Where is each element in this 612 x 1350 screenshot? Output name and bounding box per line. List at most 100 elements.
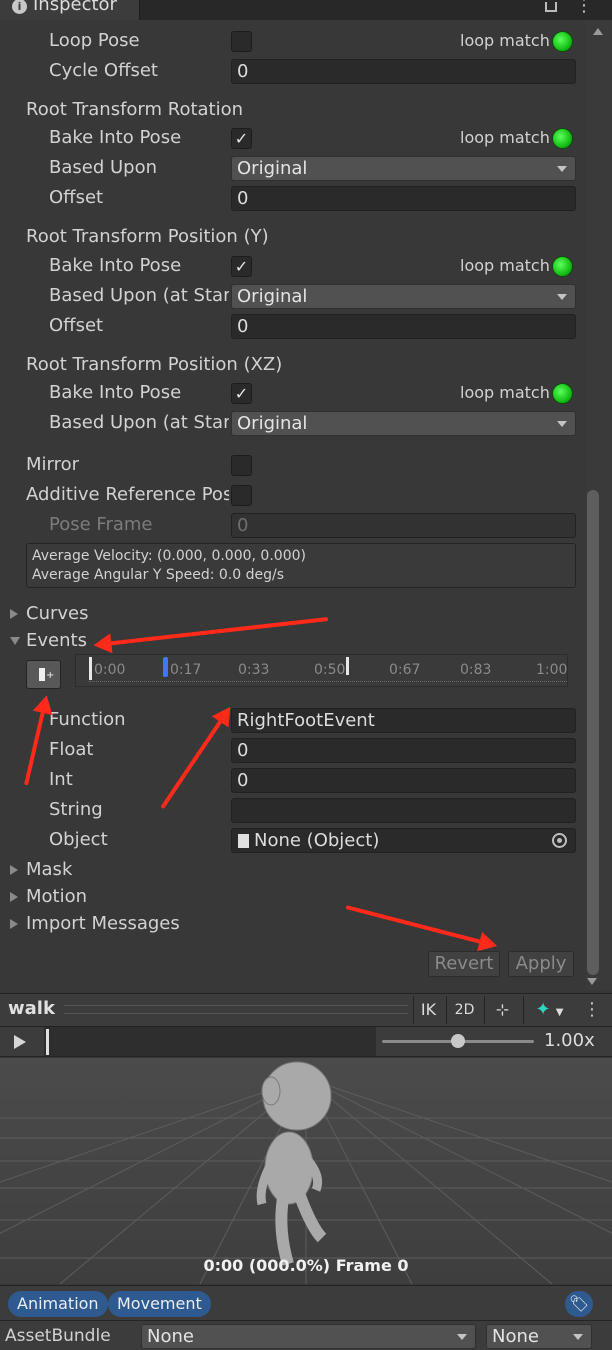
loop-pose-label: Loop Pose — [49, 30, 140, 51]
rot-bake-checkbox[interactable]: ✓ — [231, 128, 252, 149]
rot-based-dropdown[interactable]: Original — [231, 156, 576, 181]
scrub-playhead[interactable] — [46, 1029, 49, 1055]
import-messages-section[interactable]: Import Messages — [26, 912, 226, 938]
preview-status-text: 0:00 (000.0%) Frame 0 — [203, 1256, 409, 1275]
int-input[interactable]: 0 — [231, 768, 576, 793]
posy-based-dropdown[interactable]: Original — [231, 284, 576, 309]
inspector-titlebar: i Inspector ⋮ — [0, 0, 612, 20]
lock-icon[interactable] — [545, 2, 557, 12]
pivot-icon[interactable]: ⊹ — [484, 996, 520, 1024]
cycle-offset-input[interactable]: 0 — [231, 59, 576, 84]
posy-bake-checkbox[interactable]: ✓ — [231, 256, 252, 277]
posxz-based-label: Based Upon (at Start) — [49, 412, 229, 433]
additive-ref-label: Additive Reference Pose — [26, 484, 229, 505]
speed-slider-thumb[interactable] — [451, 1034, 465, 1048]
assetbundle-variant-dropdown[interactable]: None — [486, 1324, 592, 1349]
int-label: Int — [49, 769, 73, 790]
cycle-offset-label: Cycle Offset — [49, 60, 158, 81]
timeline-start-bar — [89, 657, 92, 680]
label-tag[interactable]: Animation — [8, 1291, 108, 1317]
float-input[interactable]: 0 — [231, 738, 576, 763]
chevron-down-icon: ▼ — [555, 1007, 564, 1018]
scroll-up-icon[interactable] — [593, 28, 603, 35]
tick-label: 0:17 — [170, 662, 202, 678]
humanoid-icon: ✦ — [535, 999, 551, 1020]
chevron-down-icon — [457, 1334, 467, 1340]
rot-offset-label: Offset — [49, 187, 104, 208]
info-icon: i — [12, 0, 27, 14]
average-angular-speed-text: Average Angular Y Speed: 0.0 deg/s — [32, 567, 284, 583]
playhead-marker[interactable] — [346, 657, 349, 675]
average-velocity-text: Average Velocity: (0.000, 0.000, 0.000) — [32, 548, 306, 564]
plus-icon: + — [46, 670, 55, 681]
import-messages-foldout-icon[interactable] — [10, 919, 18, 929]
assetbundle-variant-value: None — [492, 1326, 539, 1347]
tick-label: 0:83 — [460, 662, 492, 678]
posy-based-value: Original — [237, 286, 308, 307]
scrollbar-thumb[interactable] — [587, 490, 599, 975]
document-icon — [238, 834, 249, 848]
assetbundle-name-value: None — [147, 1326, 194, 1347]
more-menu-icon[interactable]: ⋮ — [575, 0, 593, 16]
loop-pose-match-indicator — [552, 31, 573, 52]
ik-toggle[interactable]: IK — [413, 996, 443, 1024]
root-rotation-header: Root Transform Rotation — [26, 99, 244, 120]
label-tag[interactable]: Movement — [108, 1291, 211, 1317]
asset-labels-bar: Animation Movement 🏷 — [0, 1285, 612, 1320]
string-input[interactable] — [231, 798, 576, 823]
mask-section[interactable]: Mask — [26, 858, 146, 884]
scroll-down-icon[interactable] — [587, 978, 597, 985]
preview-more-icon[interactable]: ⋮ — [583, 1000, 601, 1020]
rot-match-indicator — [552, 128, 573, 149]
posy-based-label: Based Upon (at Start) — [49, 285, 229, 306]
posy-offset-label: Offset — [49, 315, 104, 336]
tick-label: 0:50 — [314, 662, 346, 678]
scrub-bar[interactable] — [44, 1027, 376, 1056]
speed-slider[interactable] — [382, 1034, 534, 1048]
mask-foldout-icon[interactable] — [10, 865, 18, 875]
tick-label: 0:00 — [94, 662, 126, 678]
posy-bake-label: Bake Into Pose — [49, 255, 182, 276]
avatar-selector[interactable]: ✦ ▼ — [523, 996, 575, 1024]
object-field[interactable]: None (Object) — [231, 828, 576, 853]
assetbundle-label: AssetBundle — [5, 1326, 111, 1346]
preview-viewport[interactable]: 0:00 (000.0%) Frame 0 — [0, 1058, 612, 1284]
add-event-button[interactable]: + — [26, 660, 61, 689]
motion-foldout-icon[interactable] — [10, 892, 18, 902]
pose-frame-label: Pose Frame — [49, 514, 153, 535]
toggle-2d-button[interactable]: 2D — [446, 996, 482, 1024]
curves-section[interactable]: Curves — [26, 602, 146, 628]
events-timeline[interactable]: 0:00 0:17 0:33 0:50 0:67 0:83 1:00 — [75, 654, 568, 687]
chevron-down-icon — [557, 166, 567, 172]
inspector-tab[interactable]: i Inspector — [0, 0, 140, 20]
playback-bar: 1.00x — [0, 1027, 612, 1057]
motion-section[interactable]: Motion — [26, 885, 146, 911]
pose-frame-input: 0 — [231, 513, 576, 538]
scrollbar[interactable] — [586, 20, 612, 990]
event-marker[interactable] — [163, 657, 168, 677]
apply-button[interactable]: Apply — [508, 951, 574, 977]
mirror-checkbox[interactable] — [231, 455, 252, 476]
posxz-based-dropdown[interactable]: Original — [231, 411, 576, 436]
posxz-bake-checkbox[interactable]: ✓ — [231, 383, 252, 404]
events-foldout-icon[interactable] — [10, 637, 20, 645]
additive-ref-checkbox[interactable] — [231, 485, 252, 506]
play-icon[interactable] — [14, 1035, 26, 1049]
ground-grid — [0, 1061, 612, 1284]
annotation-arrow-apply — [345, 905, 494, 947]
revert-button[interactable]: Revert — [428, 951, 500, 977]
tag-icon[interactable]: 🏷 — [565, 1291, 593, 1317]
posy-offset-input[interactable]: 0 — [231, 314, 576, 339]
preview-header: walk — [0, 993, 612, 1027]
loop-pose-checkbox[interactable] — [231, 31, 252, 52]
timeline-ruler — [89, 681, 567, 685]
rot-bake-label: Bake Into Pose — [49, 127, 182, 148]
rot-offset-input[interactable]: 0 — [231, 186, 576, 211]
tick-label: 1:00 — [536, 662, 568, 678]
function-input[interactable]: RightFootEvent — [231, 708, 576, 733]
posy-match-label: loop match — [460, 256, 550, 275]
object-picker-icon[interactable] — [552, 833, 567, 848]
assetbundle-name-dropdown[interactable]: None — [141, 1324, 476, 1349]
root-pos-xz-header: Root Transform Position (XZ) — [26, 354, 283, 375]
curves-foldout-icon[interactable] — [10, 609, 18, 619]
